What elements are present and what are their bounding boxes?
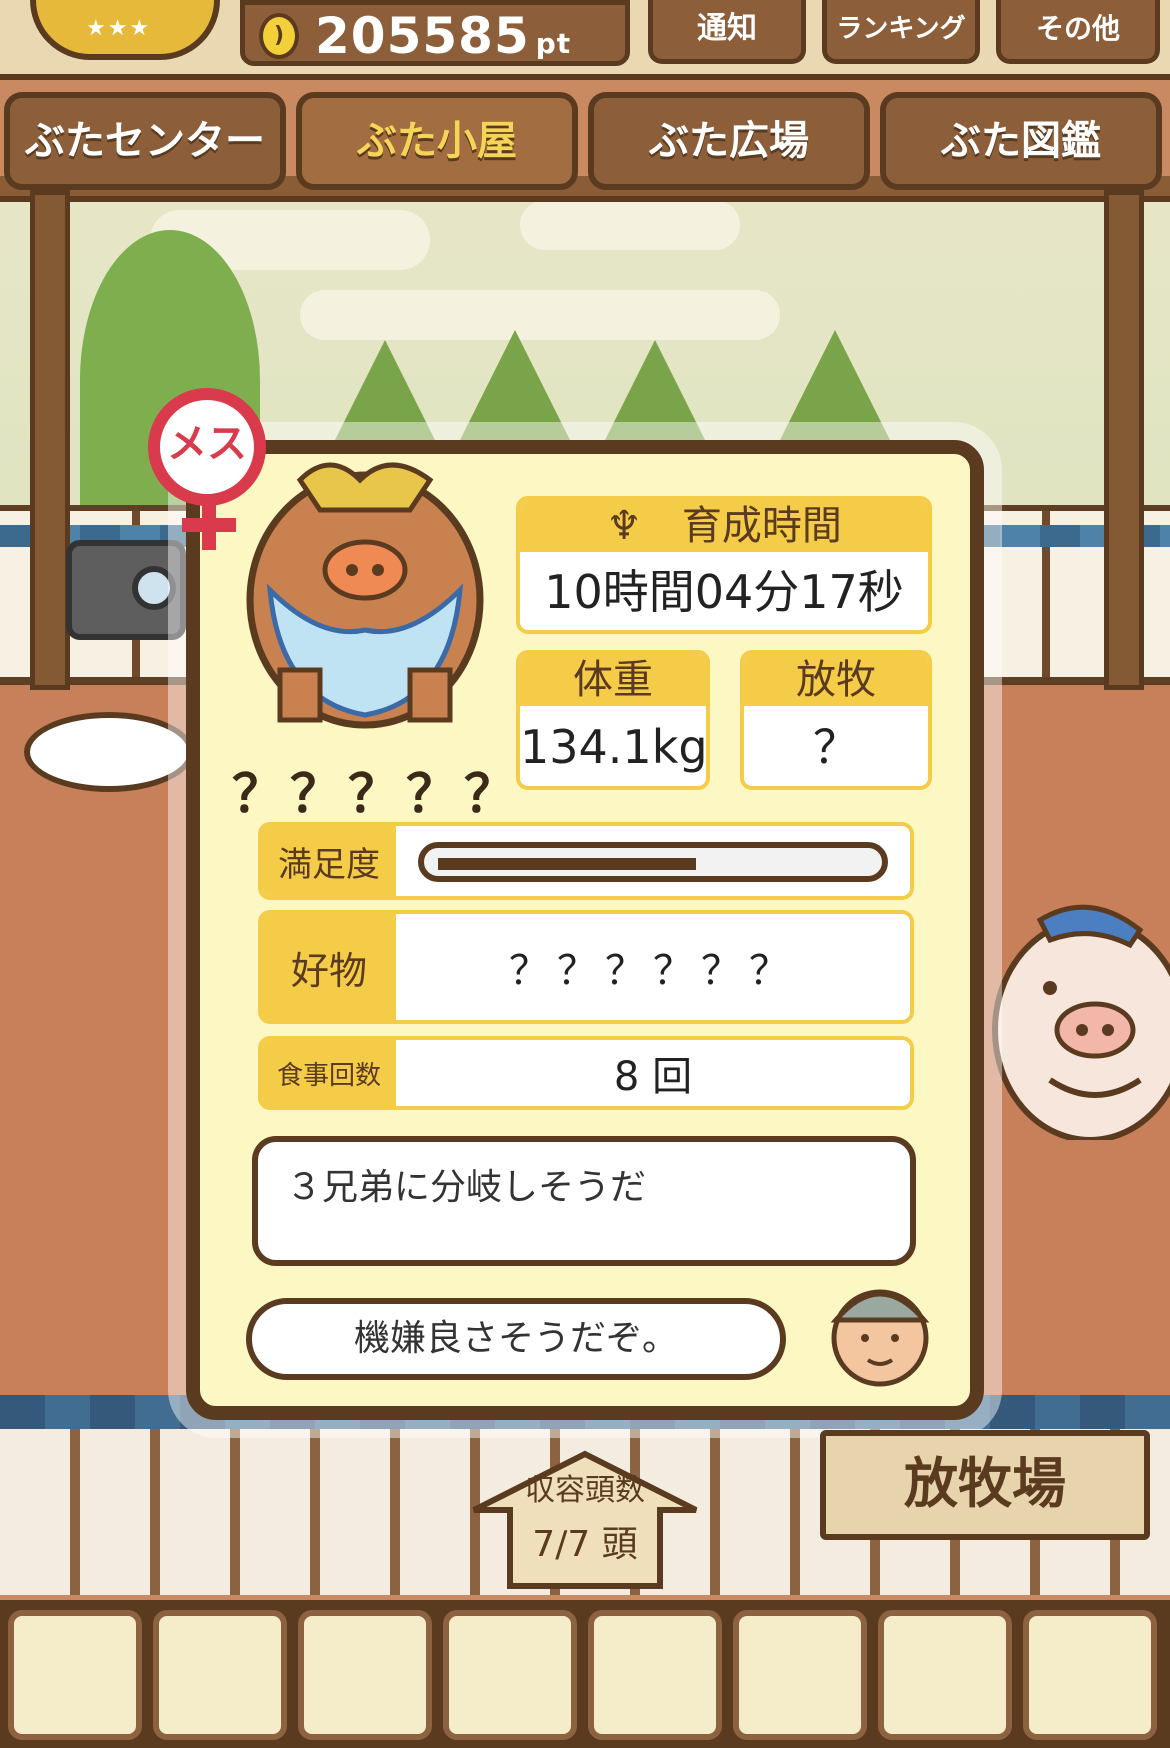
growth-time-value: 10時間04分17秒 [544, 565, 904, 619]
capacity-label: 収容頭数 [525, 1473, 645, 1508]
pillar-left [30, 190, 70, 690]
ranking-button[interactable]: ランキング [822, 0, 980, 64]
pig-name: ？？？？？ [232, 765, 523, 825]
camera-icon[interactable] [66, 540, 186, 640]
hint-text: ３兄弟に分岐しそうだ [286, 1167, 647, 1208]
satisfaction-bar-fill [438, 858, 696, 870]
pillar-right [1104, 190, 1144, 690]
vegetables-icon[interactable] [588, 1610, 722, 1740]
tree [330, 340, 440, 450]
meal-count-row: 食事回数 8 回 [258, 1036, 914, 1110]
tree [780, 330, 890, 440]
mood-speech-bubble: 機嫌良さそうだぞ。 [246, 1298, 786, 1380]
meal-count-value: 8 回 [613, 1054, 693, 1100]
growth-time-box: ♆ 育成時間 10時間04分17秒 [516, 496, 932, 634]
satisfaction-label: 満足度 [262, 826, 396, 896]
notification-button[interactable]: 通知 [648, 0, 806, 64]
weight-value: 134.1kg [520, 720, 708, 774]
grazing-box: 放牧 ？ [740, 650, 932, 790]
gender-female-icon: メス [148, 388, 266, 506]
tab-buta-hiroba[interactable]: ぶた広場 [588, 92, 870, 190]
mood-text: 機嫌良さそうだぞ。 [353, 1318, 678, 1359]
points-display: ) 205585 pt [240, 0, 630, 66]
points-value: 205585 [315, 7, 530, 65]
capacity-value: 7/7 頭 [532, 1524, 638, 1565]
grazing-label: 放牧 [744, 654, 928, 706]
grain-plate-icon[interactable] [878, 1610, 1012, 1740]
truffle-plate-icon[interactable] [1023, 1610, 1157, 1740]
meal-count-label: 食事回数 [262, 1040, 396, 1106]
rank-badge-icon[interactable]: ★★★ [30, 0, 220, 60]
pasture-sign[interactable]: 放牧場 [820, 1430, 1150, 1540]
grazing-value: ？ [813, 720, 859, 774]
farmer-face-icon [830, 1289, 930, 1387]
favorite-food-row: 好物 ？？？？？？ [258, 910, 914, 1024]
food-bar [0, 1600, 1170, 1748]
tab-buta-koya[interactable]: ぶた小屋 [296, 92, 578, 190]
acorn-icon[interactable] [733, 1610, 867, 1740]
coin-icon: ) [259, 13, 299, 59]
other-button[interactable]: その他 [996, 0, 1160, 64]
weight-box: 体重 134.1kg [516, 650, 710, 790]
weight-label: 体重 [520, 654, 706, 706]
favorite-food-value: ？？？？？？ [509, 948, 797, 994]
top-bar: ★★★ ) 205585 pt 通知 ランキング その他 [0, 0, 1170, 80]
sprout-icon: ♆ [606, 503, 642, 549]
sweet-potato-icon[interactable] [298, 1610, 432, 1740]
gender-symbol-bar [182, 518, 236, 532]
boar-character-icon[interactable] [240, 440, 490, 730]
satisfaction-bar [418, 842, 888, 882]
grain-pile-icon[interactable] [8, 1610, 142, 1740]
tab-buta-center[interactable]: ぶたセンター [4, 92, 286, 190]
hint-speech-bubble: ３兄弟に分岐しそうだ [252, 1136, 916, 1266]
points-unit: pt [535, 27, 572, 60]
tree [600, 340, 710, 450]
growth-time-label: 育成時間 [681, 503, 842, 549]
water-basin-icon [24, 712, 194, 792]
favorite-food-label: 好物 [262, 914, 396, 1020]
satisfaction-row: 満足度 [258, 822, 914, 900]
pig-character-icon[interactable] [980, 900, 1170, 1140]
tab-buta-zukan[interactable]: ぶた図鑑 [880, 92, 1162, 190]
mixed-grain-icon[interactable] [153, 1610, 287, 1740]
corn-icon[interactable] [443, 1610, 577, 1740]
tree [460, 330, 570, 440]
